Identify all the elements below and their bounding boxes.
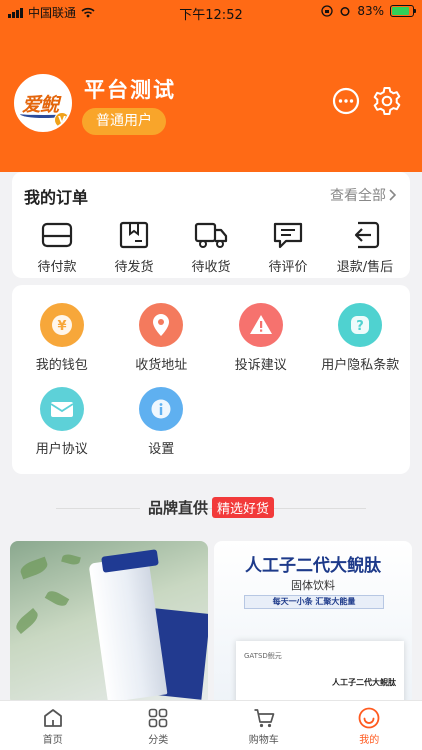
tab-profile[interactable]: 我的 <box>317 701 422 750</box>
order-refund-aftersales[interactable]: 退款/售后 <box>328 220 402 276</box>
status-right: 83% <box>321 4 416 18</box>
product-card-cleanser[interactable] <box>10 541 208 706</box>
product-subtitle: 固体饮料 <box>291 579 335 592</box>
brand-section-title: 品牌直供 精选好货 <box>0 497 422 518</box>
svg-text:?: ? <box>356 319 364 334</box>
cart-icon <box>254 709 275 728</box>
service-label: 我的钱包 <box>35 358 88 373</box>
service-settings[interactable]: 设置 <box>112 387 212 457</box>
leaf-decoration <box>44 588 70 609</box>
leaf-decoration <box>18 556 50 580</box>
tab-label: 我的 <box>359 735 380 746</box>
chevron-right-icon <box>389 189 396 201</box>
return-arrow-icon <box>354 221 380 249</box>
orders-card: 我的订单 查看全部 待付款 待发货 待收货 待评价 退款/售后 <box>12 172 410 278</box>
warning-icon <box>238 303 283 347</box>
services-grid: ¥ 我的钱包 收货地址 投诉建议 ? 用户隐私条款 用户协议 设置 <box>12 303 410 457</box>
brand-tag: 精选好货 <box>212 497 275 518</box>
location-pin-icon <box>139 303 184 347</box>
service-label: 用户协议 <box>35 442 88 457</box>
tab-category[interactable]: 分类 <box>106 701 212 750</box>
svg-text:¥: ¥ <box>57 319 66 334</box>
tab-label: 首页 <box>42 735 63 746</box>
service-label: 设置 <box>148 442 175 457</box>
service-wallet[interactable]: ¥ 我的钱包 <box>12 303 112 373</box>
order-status-row: 待付款 待发货 待收货 待评价 退款/售后 <box>12 220 410 276</box>
brand-title-text: 品牌直供 <box>139 497 208 518</box>
view-all-label: 查看全部 <box>330 188 386 204</box>
home-icon <box>43 709 62 727</box>
order-label: 待付款 <box>37 260 77 275</box>
agreement-envelope-icon <box>39 387 84 431</box>
package-title: 人工子二代大鲵肽 <box>332 678 396 687</box>
tab-cart[interactable]: 购物车 <box>211 701 317 750</box>
yen-wallet-icon: ¥ <box>39 303 84 347</box>
package-brand: GATSD鲵元 <box>244 652 282 660</box>
tab-label: 购物车 <box>248 735 279 746</box>
info-icon <box>139 387 184 431</box>
alarm-icon <box>340 7 350 16</box>
battery-icon <box>390 5 416 17</box>
services-card: ¥ 我的钱包 收货地址 投诉建议 ? 用户隐私条款 用户协议 设置 <box>12 285 410 474</box>
order-pending-receipt[interactable]: 待收货 <box>174 220 248 276</box>
tab-home[interactable]: 首页 <box>0 701 106 750</box>
order-label: 待收货 <box>191 260 231 275</box>
cleanser-tube-image <box>88 555 168 703</box>
service-complaint[interactable]: 投诉建议 <box>211 303 311 373</box>
order-label: 待评价 <box>268 260 308 275</box>
status-bar: 中国联通 下午12:52 83% <box>0 0 422 24</box>
bottom-tab-bar: 首页 分类 购物车 我的 <box>0 700 422 750</box>
message-icon[interactable] <box>331 86 361 116</box>
service-address[interactable]: 收货地址 <box>112 303 212 373</box>
package-box-icon <box>119 221 149 249</box>
service-label: 用户隐私条款 <box>321 358 400 373</box>
order-pending-shipment[interactable]: 待发货 <box>97 220 171 276</box>
delivery-truck-icon <box>194 222 228 248</box>
user-level-badge: 普通用户 <box>82 108 166 135</box>
profile-header: 中国联通 下午12:52 83% 爱鲵 V 平台测试 普通用户 <box>0 0 422 172</box>
comment-icon <box>273 222 303 249</box>
username: 平台测试 <box>84 78 176 102</box>
product-title: 人工子二代大鲵肽 <box>245 556 381 576</box>
service-privacy[interactable]: ? 用户隐私条款 <box>311 303 411 373</box>
service-label: 投诉建议 <box>234 358 287 373</box>
leaf-decoration <box>61 552 81 567</box>
service-agreement[interactable]: 用户协议 <box>12 387 112 457</box>
product-slogan: 每天一小条 汇聚大能量 <box>244 595 384 609</box>
product-card-peptide[interactable]: 人工子二代大鲵肽 固体饮料 每天一小条 汇聚大能量 GATSD鲵元 人工子二代大… <box>214 541 412 706</box>
battery-percent: 83% <box>357 4 384 18</box>
tab-label: 分类 <box>148 735 169 746</box>
order-label: 退款/售后 <box>336 260 394 275</box>
wallet-card-icon <box>41 222 73 248</box>
order-pending-review[interactable]: 待评价 <box>251 220 325 276</box>
rotation-lock-icon <box>321 5 333 17</box>
settings-gear-icon[interactable] <box>372 86 402 116</box>
profile-icon <box>358 707 380 729</box>
leaf-decoration <box>13 608 41 634</box>
avatar[interactable]: 爱鲵 V <box>14 74 72 132</box>
question-icon: ? <box>338 303 383 347</box>
orders-title: 我的订单 <box>24 188 89 207</box>
view-all-orders-link[interactable]: 查看全部 <box>330 185 396 205</box>
order-label: 待发货 <box>114 260 154 275</box>
order-pending-payment[interactable]: 待付款 <box>20 220 94 276</box>
service-label: 收货地址 <box>135 358 188 373</box>
vip-badge: V <box>54 112 70 128</box>
category-grid-icon <box>148 708 168 728</box>
product-package-image: GATSD鲵元 人工子二代大鲵肽 <box>236 641 404 706</box>
